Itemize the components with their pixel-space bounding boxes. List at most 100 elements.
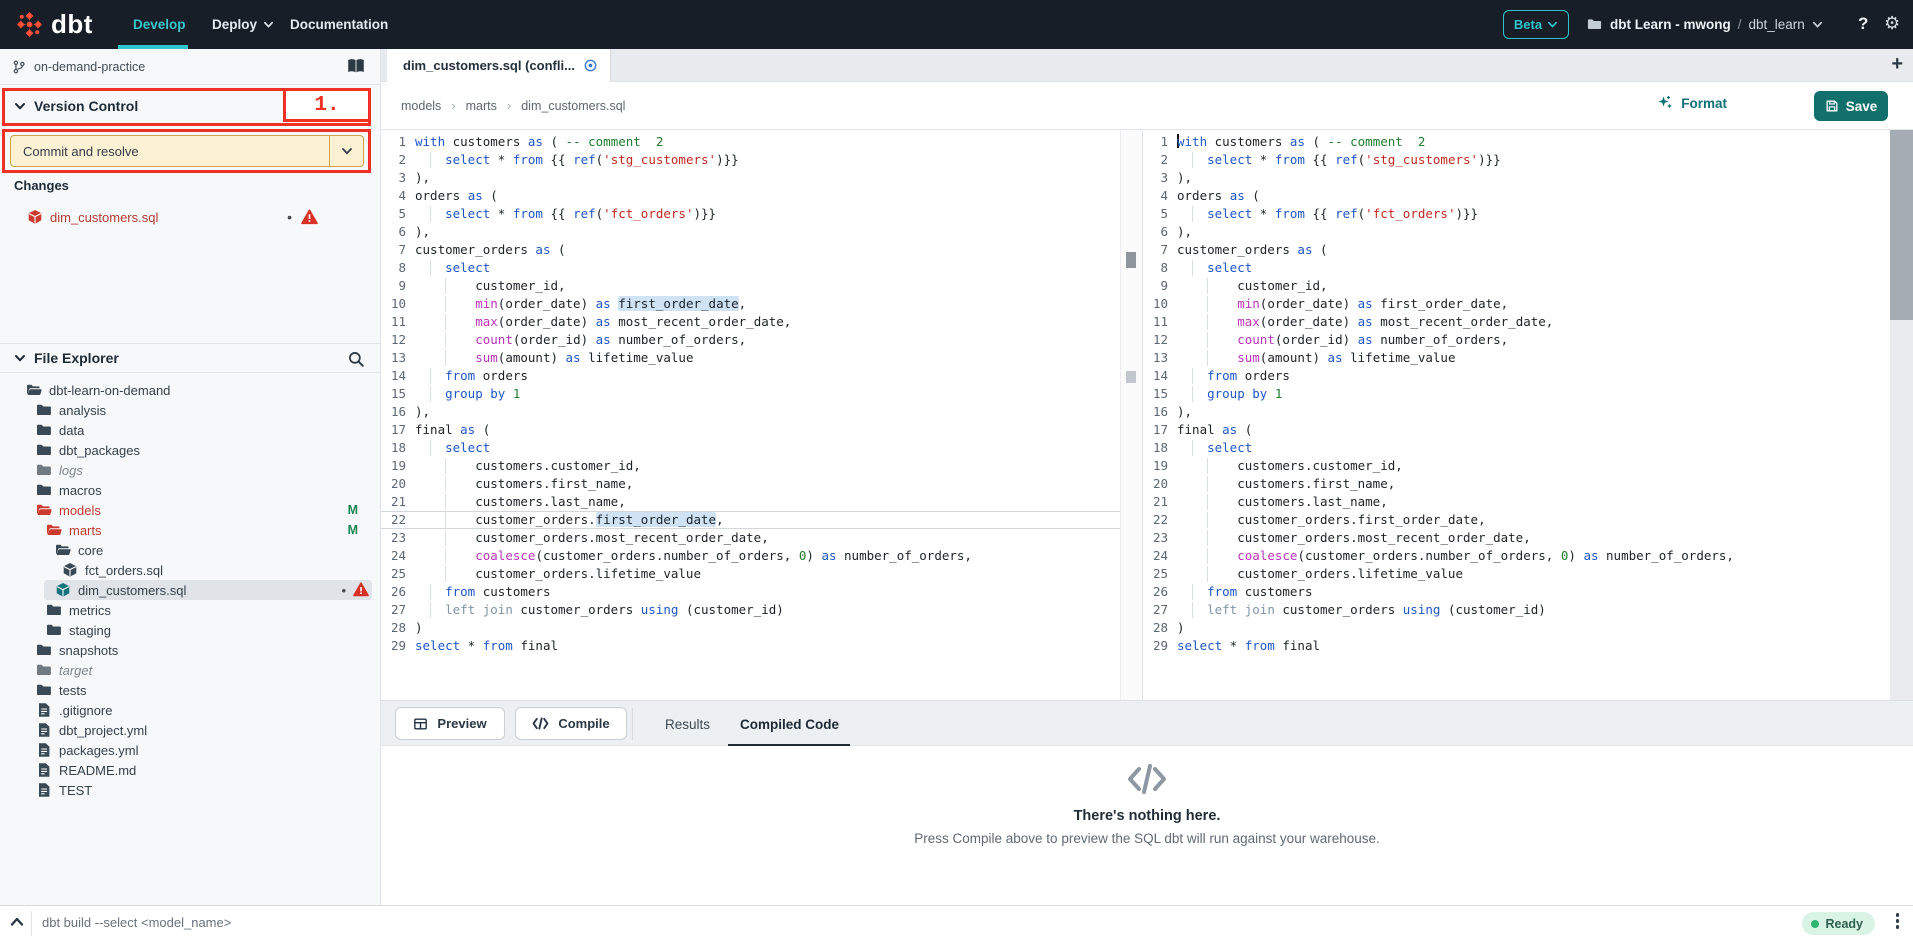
code-line-27[interactable]: 27 left join customer_orders using (cust… — [1143, 601, 1890, 619]
tree-item-models[interactable]: modelsM — [0, 500, 380, 520]
code-line-18[interactable]: 18 select — [381, 439, 1120, 457]
save-button[interactable]: Save — [1814, 91, 1888, 121]
git-branch-selector[interactable]: on-demand-practice — [0, 49, 380, 85]
code-line-16[interactable]: 16), — [1143, 403, 1890, 421]
code-line-11[interactable]: 11 max(order_date) as most_recent_order_… — [1143, 313, 1890, 331]
tree-item--gitignore[interactable]: .gitignore — [0, 700, 380, 720]
tree-item-macros[interactable]: macros — [0, 480, 380, 500]
code-line-27[interactable]: 27 left join customer_orders using (cust… — [381, 601, 1120, 619]
tree-item-snapshots[interactable]: snapshots — [0, 640, 380, 660]
tree-item-core[interactable]: core — [0, 540, 380, 560]
code-line-24[interactable]: 24 coalesce(customer_orders.number_of_or… — [381, 547, 1120, 565]
code-line-20[interactable]: 20 customers.first_name, — [381, 475, 1120, 493]
compile-button[interactable]: Compile — [515, 707, 627, 740]
tab-compiled-code[interactable]: Compiled Code — [740, 701, 839, 747]
code-line-11[interactable]: 11 max(order_date) as most_recent_order_… — [381, 313, 1120, 331]
code-line-1[interactable]: 1with customers as ( -- comment 2 — [1143, 133, 1890, 151]
code-line-25[interactable]: 25 customer_orders.lifetime_value — [381, 565, 1120, 583]
code-line-23[interactable]: 23 customer_orders.most_recent_order_dat… — [1143, 529, 1890, 547]
tree-item-dim-customers-sql[interactable]: dim_customers.sql• — [0, 580, 380, 600]
tree-item-marts[interactable]: martsM — [0, 520, 380, 540]
code-line-9[interactable]: 9 customer_id, — [381, 277, 1120, 295]
tree-item-metrics[interactable]: metrics — [0, 600, 380, 620]
breadcrumb-marts[interactable]: marts — [466, 99, 497, 113]
help-button[interactable]: ? — [1858, 14, 1868, 34]
docs-book-icon[interactable] — [346, 57, 366, 75]
code-line-13[interactable]: 13 sum(amount) as lifetime_value — [381, 349, 1120, 367]
tree-item-dbt-packages[interactable]: dbt_packages — [0, 440, 380, 460]
preview-button[interactable]: Preview — [395, 707, 505, 740]
code-line-14[interactable]: 14 from orders — [381, 367, 1120, 385]
right-pane-scrollbar[interactable] — [1890, 130, 1913, 700]
code-line-16[interactable]: 16), — [381, 403, 1120, 421]
expand-panel-chevron-icon[interactable] — [9, 915, 25, 929]
code-line-6[interactable]: 6), — [1143, 223, 1890, 241]
code-line-12[interactable]: 12 count(order_id) as number_of_orders, — [381, 331, 1120, 349]
code-line-29[interactable]: 29select * from final — [1143, 637, 1890, 655]
code-line-17[interactable]: 17final as ( — [1143, 421, 1890, 439]
code-line-26[interactable]: 26 from customers — [381, 583, 1120, 601]
dbt-logo[interactable]: dbt — [16, 9, 93, 40]
code-line-4[interactable]: 4orders as ( — [1143, 187, 1890, 205]
code-line-10[interactable]: 10 min(order_date) as first_order_date, — [381, 295, 1120, 313]
code-line-15[interactable]: 15 group by 1 — [381, 385, 1120, 403]
changed-file-row[interactable]: dim_customers.sql • — [0, 206, 380, 228]
code-line-28[interactable]: 28) — [1143, 619, 1890, 637]
code-line-12[interactable]: 12 count(order_id) as number_of_orders, — [1143, 331, 1890, 349]
breadcrumb-models[interactable]: models — [401, 99, 441, 113]
editor-tab-dim-customers[interactable]: dim_customers.sql (confli... — [387, 49, 611, 82]
nav-develop[interactable]: Develop — [133, 0, 186, 49]
code-line-2[interactable]: 2 select * from {{ ref('stg_customers')}… — [381, 151, 1120, 169]
code-line-28[interactable]: 28) — [381, 619, 1120, 637]
code-line-7[interactable]: 7customer_orders as ( — [1143, 241, 1890, 259]
code-line-24[interactable]: 24 coalesce(customer_orders.number_of_or… — [1143, 547, 1890, 565]
left-pane-scrollbar[interactable] — [1120, 130, 1142, 700]
format-button[interactable]: Format — [1657, 95, 1727, 111]
beta-button[interactable]: Beta — [1503, 10, 1569, 39]
code-line-19[interactable]: 19 customers.customer_id, — [381, 457, 1120, 475]
tree-item-staging[interactable]: staging — [0, 620, 380, 640]
scrollbar-thumb[interactable] — [1126, 252, 1136, 268]
code-line-5[interactable]: 5 select * from {{ ref('fct_orders')}} — [381, 205, 1120, 223]
code-line-9[interactable]: 9 customer_id, — [1143, 277, 1890, 295]
code-line-21[interactable]: 21 customers.last_name, — [381, 493, 1120, 511]
search-icon[interactable] — [347, 350, 365, 368]
tree-item-logs[interactable]: logs — [0, 460, 380, 480]
code-line-3[interactable]: 3), — [381, 169, 1120, 187]
code-line-15[interactable]: 15 group by 1 — [1143, 385, 1890, 403]
tree-item-data[interactable]: data — [0, 420, 380, 440]
code-line-23[interactable]: 23 customer_orders.most_recent_order_dat… — [381, 529, 1120, 547]
code-line-17[interactable]: 17final as ( — [381, 421, 1120, 439]
code-line-5[interactable]: 5 select * from {{ ref('fct_orders')}} — [1143, 205, 1890, 223]
nav-documentation[interactable]: Documentation — [290, 0, 388, 49]
code-line-22[interactable]: 22 customer_orders.first_order_date, — [381, 511, 1120, 529]
code-line-10[interactable]: 10 min(order_date) as first_order_date, — [1143, 295, 1890, 313]
code-line-21[interactable]: 21 customers.last_name, — [1143, 493, 1890, 511]
tab-results[interactable]: Results — [665, 701, 710, 747]
code-line-20[interactable]: 20 customers.first_name, — [1143, 475, 1890, 493]
file-explorer-header[interactable]: File Explorer — [0, 343, 380, 373]
project-switcher[interactable]: dbt Learn - mwong / dbt_learn — [1586, 0, 1823, 49]
code-line-25[interactable]: 25 customer_orders.lifetime_value — [1143, 565, 1890, 583]
settings-gear-icon[interactable]: ⚙ — [1884, 13, 1900, 34]
code-line-29[interactable]: 29select * from final — [381, 637, 1120, 655]
code-line-8[interactable]: 8 select — [381, 259, 1120, 277]
code-line-22[interactable]: 22 customer_orders.first_order_date, — [1143, 511, 1890, 529]
code-line-14[interactable]: 14 from orders — [1143, 367, 1890, 385]
code-line-6[interactable]: 6), — [381, 223, 1120, 241]
code-line-7[interactable]: 7customer_orders as ( — [381, 241, 1120, 259]
code-line-3[interactable]: 3), — [1143, 169, 1890, 187]
code-line-26[interactable]: 26 from customers — [1143, 583, 1890, 601]
code-line-19[interactable]: 19 customers.customer_id, — [1143, 457, 1890, 475]
code-line-2[interactable]: 2 select * from {{ ref('stg_customers')}… — [1143, 151, 1890, 169]
tree-item-analysis[interactable]: analysis — [0, 400, 380, 420]
nav-deploy[interactable]: Deploy — [212, 0, 274, 49]
new-tab-button[interactable]: + — [1891, 53, 1903, 76]
breadcrumb-file[interactable]: dim_customers.sql — [521, 99, 625, 113]
code-pane-right[interactable]: 1with customers as ( -- comment 22 selec… — [1142, 130, 1890, 700]
code-line-8[interactable]: 8 select — [1143, 259, 1890, 277]
code-line-1[interactable]: 1with customers as ( -- comment 2 — [381, 133, 1120, 151]
tree-item-tests[interactable]: tests — [0, 680, 380, 700]
tree-item-test[interactable]: TEST — [0, 780, 380, 800]
tree-item-dbt-project-yml[interactable]: dbt_project.yml — [0, 720, 380, 740]
